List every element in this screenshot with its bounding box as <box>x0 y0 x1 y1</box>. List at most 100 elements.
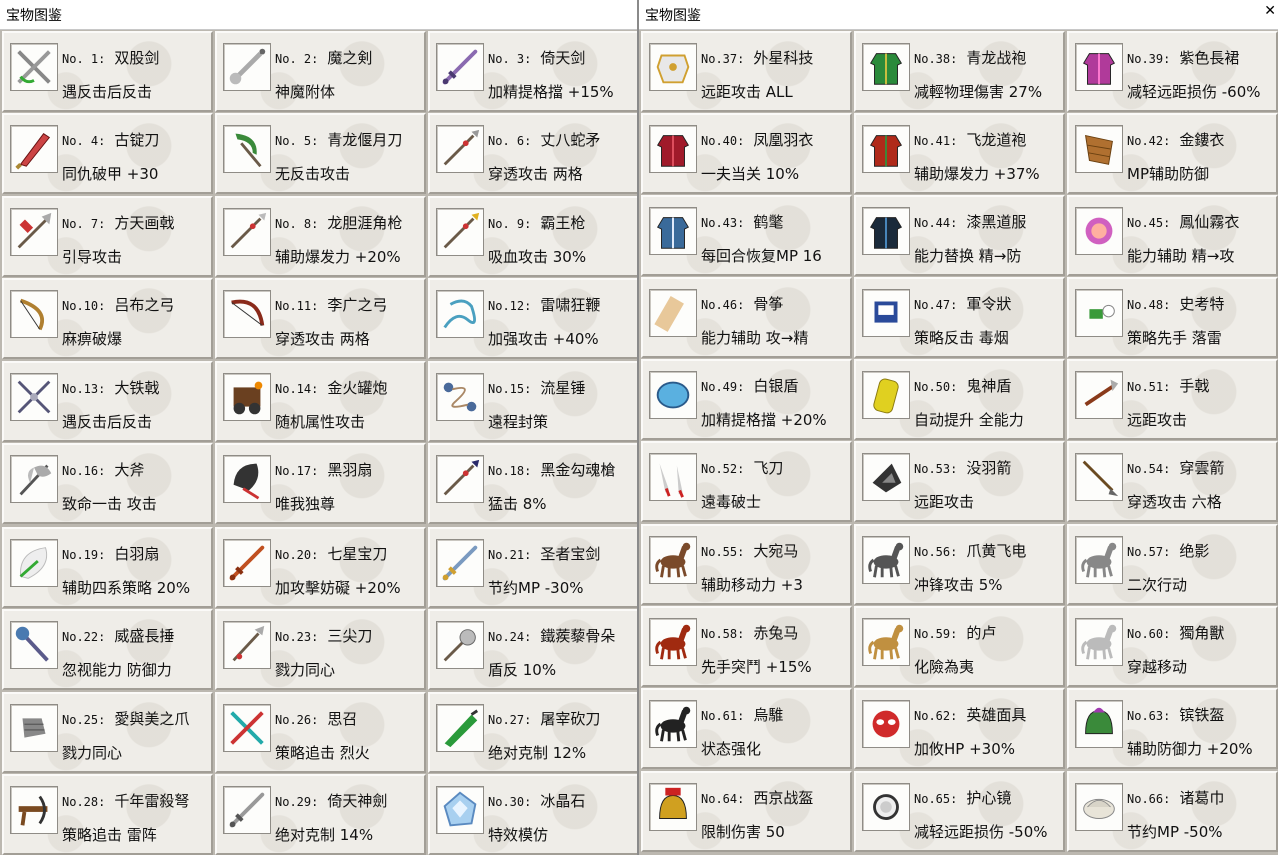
item-effect: 减轻远距损伤 -60% <box>1127 83 1261 101</box>
treasure-item-card[interactable]: No.15: 流星锤 遠程封策 <box>428 361 637 442</box>
close-icon[interactable]: ✕ <box>1264 3 1276 19</box>
item-number: No.54: <box>1127 462 1171 476</box>
treasure-item-card[interactable]: No.29: 倚天神劍 绝对克制 14% <box>215 774 426 855</box>
treasure-item-card[interactable]: No.22: 威盛長捶 忽视能力 防御力 <box>2 609 213 690</box>
treasure-item-card[interactable]: No.59: 的卢 化險為夷 <box>854 606 1065 687</box>
treasure-item-card[interactable]: No.27: 屠宰砍刀 绝对克制 12% <box>428 692 637 773</box>
item-name: 吕布之弓 <box>114 296 175 314</box>
item-number: No.46: <box>701 298 745 312</box>
treasure-item-card[interactable]: No. 3: 倚天剑 加精提格擋 +15% <box>428 31 637 112</box>
treasure-item-card[interactable]: No.39: 紫色長裙 减轻远距损伤 -60% <box>1067 31 1278 112</box>
treasure-item-card[interactable]: No.53: 没羽箭 远距攻击 <box>854 441 1065 522</box>
item-name: 的卢 <box>966 624 997 642</box>
treasure-item-card[interactable]: No.19: 白羽扇 辅助四系策略 20% <box>2 527 213 608</box>
item-name: 七星宝刀 <box>327 545 388 563</box>
treasure-item-card[interactable]: No.54: 穿雲箭 穿透攻击 六格 <box>1067 441 1278 522</box>
seven-star-blade-icon <box>223 539 271 587</box>
treasure-item-card[interactable]: No.20: 七星宝刀 加攻擊妨礙 +20% <box>215 527 426 608</box>
treasure-item-card[interactable]: No.64: 西京战盔 限制伤害 50 <box>641 771 852 852</box>
treasure-item-card[interactable]: No.21: 圣者宝剑 节约MP -30% <box>428 527 637 608</box>
treasure-item-card[interactable]: No.10: 吕布之弓 麻痹破爆 <box>2 278 213 359</box>
treasure-item-card[interactable]: No.44: 漆黑道服 能力替换 精→防 <box>854 195 1065 276</box>
treasure-item-card[interactable]: No.60: 獨角獸 穿越移动 <box>1067 606 1278 687</box>
treasure-item-card[interactable]: No.23: 三尖刀 戮力同心 <box>215 609 426 690</box>
treasure-item-card[interactable]: No.52: 飞刀 遠毒破士 <box>641 441 852 522</box>
treasure-item-card[interactable]: No.48: 史考特 策略先手 落雷 <box>1067 277 1278 358</box>
item-name: 穿雲箭 <box>1179 459 1225 477</box>
military-order-icon <box>862 289 910 337</box>
treasure-item-card[interactable]: No.41: 飞龙道袍 辅助爆发力 +37% <box>854 113 1065 194</box>
treasure-item-card[interactable]: No.18: 黑金勾魂槍 猛击 8% <box>428 443 637 524</box>
treasure-item-card[interactable]: No.61: 烏騅 状态强化 <box>641 688 852 769</box>
treasure-item-card[interactable]: No.56: 爪黄飞电 冲锋攻击 5% <box>854 524 1065 605</box>
treasure-item-card[interactable]: No. 7: 方天画戟 引导攻击 <box>2 196 213 277</box>
treasure-item-card[interactable]: No.62: 英雄面具 加攸HP +30% <box>854 688 1065 769</box>
item-effect: 限制伤害 50 <box>701 823 785 841</box>
treasure-item-card[interactable]: No. 4: 古锭刀 同仇破甲 +30 <box>2 113 213 194</box>
treasure-item-card[interactable]: No.47: 軍令狀 策略反击 毒烟 <box>854 277 1065 358</box>
treasure-item-card[interactable]: No.66: 诸葛巾 节约MP -50% <box>1067 771 1278 852</box>
treasure-item-card[interactable]: No.42: 金鏤衣 MP辅助防御 <box>1067 113 1278 194</box>
treasure-item-card[interactable]: No. 1: 双股剑 遇反击后反击 <box>2 31 213 112</box>
treasure-item-card[interactable]: No.11: 李广之弓 穿透攻击 两格 <box>215 278 426 359</box>
treasure-item-card[interactable]: No.16: 大斧 致命一击 攻击 <box>2 443 213 524</box>
treasure-item-card[interactable]: No. 6: 丈八蛇矛 穿透攻击 两格 <box>428 113 637 194</box>
crescent-blade-icon <box>223 125 271 173</box>
dragon-spear-icon <box>223 208 271 256</box>
treasure-item-card[interactable]: No.50: 鬼神盾 自动提升 全能力 <box>854 359 1065 440</box>
treasure-item-card[interactable]: No.57: 绝影 二次行动 <box>1067 524 1278 605</box>
treasure-item-card[interactable]: No.17: 黑羽扇 唯我独尊 <box>215 443 426 524</box>
item-effect: 致命一击 攻击 <box>62 495 157 513</box>
item-number: No.11: <box>275 299 319 313</box>
treasure-item-card[interactable]: No.13: 大铁戟 遇反击后反击 <box>2 361 213 442</box>
treasure-item-card[interactable]: No. 8: 龙胆涯角枪 辅助爆发力 +20% <box>215 196 426 277</box>
treasure-item-card[interactable]: No. 2: 魔之剣 神魔附体 <box>215 31 426 112</box>
item-title: No.14: 金火罐炮 <box>275 377 387 398</box>
treasure-item-card[interactable]: No. 5: 青龙偃月刀 无反击攻击 <box>215 113 426 194</box>
treasure-item-card[interactable]: No.55: 大宛马 辅助移动力 +3 <box>641 524 852 605</box>
item-title: No.59: 的卢 <box>914 622 996 643</box>
item-effect: 状态强化 <box>701 740 762 758</box>
item-name: 屠宰砍刀 <box>540 710 601 728</box>
treasure-item-card[interactable]: No.51: 手戟 远距攻击 <box>1067 359 1278 440</box>
item-name: 诸葛巾 <box>1179 789 1225 807</box>
treasure-item-card[interactable]: No. 9: 霸王枪 吸血攻击 30% <box>428 196 637 277</box>
treasure-item-card[interactable]: No.25: 愛與美之爪 戮力同心 <box>2 692 213 773</box>
black-spear-icon <box>436 455 484 503</box>
treasure-item-card[interactable]: No.46: 骨筝 能力辅助 攻→精 <box>641 277 852 358</box>
item-number: No.16: <box>62 464 106 478</box>
window-title-bar[interactable]: 宝物图鉴 <box>0 0 637 30</box>
item-effect: 遇反击后反击 <box>62 83 153 101</box>
treasure-item-card[interactable]: No.38: 青龙战袍 减輕物理傷害 27% <box>854 31 1065 112</box>
treasure-item-card[interactable]: No.43: 鹤氅 每回合恢复MP 16 <box>641 195 852 276</box>
item-effect: 戮力同心 <box>62 744 123 762</box>
treasure-item-card[interactable]: No.28: 千年雷殺弩 策略追击 雷阵 <box>2 774 213 855</box>
spiked-mace-icon <box>436 621 484 669</box>
treasure-item-card[interactable]: No.12: 雷啸狂鞭 加强攻击 +40% <box>428 278 637 359</box>
item-effect: 能力替换 精→防 <box>914 247 1022 265</box>
item-effect: 辅助四系策略 20% <box>62 579 191 597</box>
treasure-item-card[interactable]: No.58: 赤兔马 先手突鬥 +15% <box>641 606 852 687</box>
treasure-item-card[interactable]: No.30: 冰晶石 特效模仿 <box>428 774 637 855</box>
treasure-item-card[interactable]: No.26: 思召 策略追击 烈火 <box>215 692 426 773</box>
item-effect: 加强攻击 +40% <box>488 330 599 348</box>
treasure-item-card[interactable]: No.63: 镔铁盔 辅助防御力 +20% <box>1067 688 1278 769</box>
item-name: 没羽箭 <box>966 459 1012 477</box>
window-title-bar[interactable]: 宝物图鉴 <box>639 0 1278 30</box>
item-name: 魔之剣 <box>327 49 373 67</box>
item-title: No.44: 漆黑道服 <box>914 211 1026 232</box>
treasure-item-card[interactable]: No.40: 凤凰羽衣 一夫当关 10% <box>641 113 852 194</box>
item-effect: 戮力同心 <box>275 661 336 679</box>
cloud-arrow-icon <box>1075 453 1123 501</box>
item-title: No.48: 史考特 <box>1127 293 1224 314</box>
item-number: No.48: <box>1127 298 1171 312</box>
treasure-item-card[interactable]: No.14: 金火罐炮 随机属性攻击 <box>215 361 426 442</box>
treasure-item-card[interactable]: No.45: 鳳仙霧衣 能力辅助 精→攻 <box>1067 195 1278 276</box>
item-number: No. 1: <box>62 52 106 66</box>
treasure-item-card[interactable]: No.65: 护心镜 减轻远距损伤 -50% <box>854 771 1065 852</box>
treasure-item-card[interactable]: No.37: 外星科技 远距攻击 ALL <box>641 31 852 112</box>
item-number: No.63: <box>1127 709 1171 723</box>
holy-sword-icon <box>436 539 484 587</box>
treasure-item-card[interactable]: No.49: 白银盾 加精提格擋 +20% <box>641 359 852 440</box>
treasure-item-card[interactable]: No.24: 鐵蒺藜骨朵 盾反 10% <box>428 609 637 690</box>
